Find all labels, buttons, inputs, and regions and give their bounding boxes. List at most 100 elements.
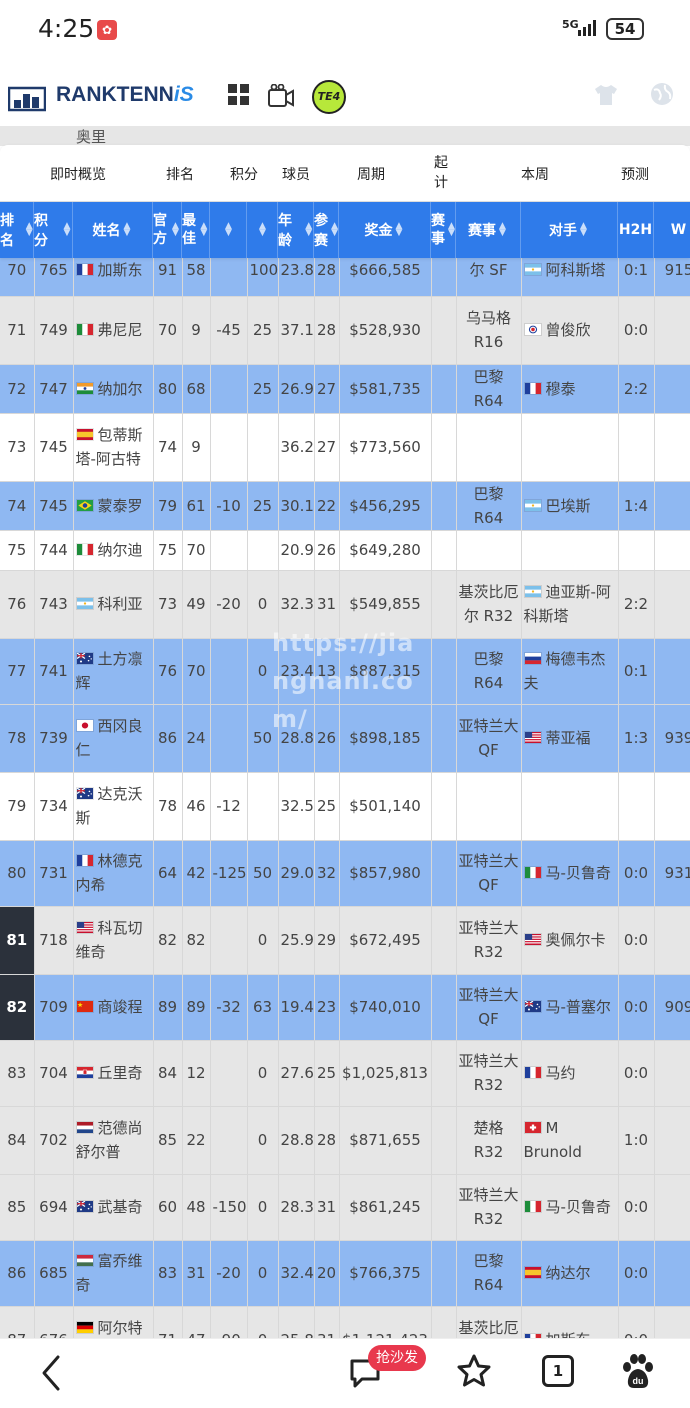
table-row[interactable]: 75 744 纳尔迪 75 70 20.9 26 $649,280 xyxy=(0,530,690,571)
cell-pts: 749 xyxy=(34,296,74,365)
cell-name[interactable]: 弗尼尼 xyxy=(73,296,154,365)
sort-arrows-icon[interactable]: ▲ ▼ xyxy=(499,222,508,238)
table-row[interactable]: 71 749 弗尼尼 70 9 -45 25 37.1 28 $528,930 乌马格 R16 曾俊欣… xyxy=(0,296,690,365)
cell-opp: 纳达尔 xyxy=(521,1240,619,1307)
table-row[interactable]: 78 739 西冈良仁 86 24 50 28.8 26 $898,185 亚特兰大 QF 蒂亚福 1… xyxy=(0,704,690,773)
header-col-event[interactable]: 赛事 ▲ ▼ xyxy=(456,202,521,258)
table-row[interactable]: 79 734 达克沃斯 78 46 -12 32.5 25 $501,140 xyxy=(0,772,690,841)
cell-d2: 63 xyxy=(247,974,279,1041)
cell-name[interactable]: 达克沃斯 xyxy=(73,772,154,841)
header-col-official[interactable]: 官方 ▲ ▼ xyxy=(153,202,182,258)
favorite-star-icon[interactable] xyxy=(456,1353,492,1389)
header-col-prize[interactable]: 奖金 ▲ ▼ xyxy=(339,202,431,258)
table-row[interactable]: 76 743 科利亚 73 49 -20 0 32.3 31 $549,855 基茨比厄尔 R32 迪… xyxy=(0,570,690,639)
baidu-paw-icon[interactable]: du xyxy=(620,1353,656,1391)
cell-name[interactable]: 纳尔迪 xyxy=(73,530,154,571)
cell-off: 60 xyxy=(153,1174,183,1241)
sort-arrows-icon[interactable]: ▲ ▼ xyxy=(26,222,33,238)
sort-arrows-icon[interactable]: ▲ ▼ xyxy=(259,222,268,238)
header-col-best[interactable]: 最佳 ▲ ▼ xyxy=(182,202,210,258)
cell-age: 27.6 xyxy=(278,1040,315,1107)
header-col-event-start[interactable]: 赛事 ▲ ▼ xyxy=(431,202,456,258)
cell-rank: 83 xyxy=(0,1040,35,1107)
header-col-delta2[interactable]: ▲ ▼ xyxy=(247,202,278,258)
sort-arrows-icon[interactable]: ▲ ▼ xyxy=(200,222,209,238)
cell-name[interactable]: 蒙泰罗 xyxy=(73,481,154,531)
cell-name[interactable]: 西冈良仁 xyxy=(73,704,154,773)
sort-arrows-icon[interactable]: ▲ ▼ xyxy=(172,222,181,238)
tabs-count-icon[interactable]: 1 xyxy=(542,1355,574,1387)
ranking-table-scroll[interactable]: 奥里 70 765 加斯东 91 58 100 23.8 28 $666,585 尔 SF 阿科斯塔… xyxy=(0,126,690,1338)
header-col-rank[interactable]: 排名 ▲ ▼ xyxy=(0,202,34,258)
table-row[interactable]: 87676阿尔特涅尔7147-90025.831$1,121,423 基茨比厄尔 … xyxy=(0,1306,690,1338)
comment-badge[interactable]: 抢沙发 xyxy=(368,1345,426,1371)
cell-name[interactable]: 林德克内希 xyxy=(73,840,154,907)
cell-best: 68 xyxy=(182,364,211,414)
te4-badge-icon[interactable]: TE4 xyxy=(312,80,346,114)
cell-name[interactable]: 科瓦切维奇 xyxy=(73,906,154,975)
table-row[interactable]: 86 685 富乔维奇 83 31 -20 0 32.4 20 $766,375 巴黎 R64 纳达尔… xyxy=(0,1240,690,1307)
cell-name[interactable]: 富乔维奇 xyxy=(73,1240,154,1307)
header-col-w[interactable]: W xyxy=(654,202,690,258)
sort-arrows-icon[interactable]: ▲ ▼ xyxy=(580,222,589,238)
table-row[interactable]: 83 704 丘里奇 84 12 0 27.6 25 $1,025,813 亚特兰大 R32 马约 0… xyxy=(0,1040,690,1107)
cell-name[interactable]: 商竣程 xyxy=(73,974,154,1041)
table-row[interactable]: 74 745 蒙泰罗 79 61 -10 25 30.1 22 $456,295 巴黎 R64 巴埃斯… xyxy=(0,481,690,531)
cell-evt: 基茨比厄尔 R32 xyxy=(456,570,522,639)
table-row[interactable]: 72 747 纳加尔 80 68 25 26.9 27 $581,735 巴黎 R64 穆泰 2:2 xyxy=(0,364,690,414)
header-col-tournaments[interactable]: 参赛 ▲ ▼ xyxy=(314,202,339,258)
cell-h2h: 0:0 xyxy=(618,1174,655,1241)
back-arrow-icon[interactable] xyxy=(36,1353,66,1393)
header-col-h2h[interactable]: H2H xyxy=(618,202,654,258)
sort-arrows-icon[interactable]: ▲ ▼ xyxy=(448,222,455,238)
table-row[interactable]: 77 741 土方凛辉 76 70 0 23.4 13 $887,315 巴黎 R64 梅德韦杰夫 0… xyxy=(0,638,690,705)
cell-name[interactable]: 纳加尔 xyxy=(73,364,154,414)
table-row[interactable]: 85 694 武基奇 60 48 -150 0 28.3 31 $861,245 亚特兰大 R32 马… xyxy=(0,1174,690,1241)
cell-name[interactable]: 武基奇 xyxy=(73,1174,154,1241)
shirt-icon[interactable] xyxy=(594,84,618,106)
cell-evtstart xyxy=(431,413,457,482)
cell-w xyxy=(654,413,690,482)
cell-name[interactable]: 丘里奇 xyxy=(73,1040,154,1107)
cell-d2: 0 xyxy=(247,1306,279,1338)
sort-arrows-icon[interactable]: ▲ ▼ xyxy=(305,222,313,238)
cell-best: 47 xyxy=(182,1306,211,1338)
header-col-label: 积分 xyxy=(34,213,48,249)
sort-arrows-icon[interactable]: ▲ ▼ xyxy=(124,222,133,238)
cell-best: 70 xyxy=(182,530,211,571)
cell-age: 25.9 xyxy=(278,906,315,975)
rank-podium-logo-icon[interactable] xyxy=(8,86,46,112)
grid-menu-icon[interactable] xyxy=(228,84,250,106)
sort-arrows-icon[interactable]: ▲ ▼ xyxy=(225,222,234,238)
table-row[interactable]: 82 709 商竣程 89 89 -32 63 19.4 23 $740,010 亚特兰大 QF 马-… xyxy=(0,974,690,1041)
header-col-delta1[interactable]: ▲ ▼ xyxy=(210,202,247,258)
cell-d2: 50 xyxy=(247,840,279,907)
opponent-flag-icon xyxy=(523,652,542,665)
sort-arrows-icon[interactable]: ▲ ▼ xyxy=(331,222,338,238)
header-col-opponent[interactable]: 对手 ▲ ▼ xyxy=(521,202,618,258)
table-row[interactable]: 73 745 包蒂斯塔-阿古特 74 9 36.2 27 $773,560 xyxy=(0,413,690,482)
cell-evtstart xyxy=(431,1040,457,1107)
header-col-age[interactable]: 年龄 ▲ ▼ xyxy=(278,202,314,258)
cell-name[interactable]: 科利亚 xyxy=(73,570,154,639)
cell-name[interactable]: 范德尚舒尔普 xyxy=(73,1106,154,1175)
sort-arrows-icon[interactable]: ▲ ▼ xyxy=(396,222,405,238)
cell-name[interactable]: 土方凛辉 xyxy=(73,638,154,705)
cell-name[interactable]: 包蒂斯塔-阿古特 xyxy=(73,413,154,482)
table-row[interactable]: 81 718 科瓦切维奇 82 82 0 25.9 29 $672,495 亚特兰大 R32 奥佩尔… xyxy=(0,906,690,975)
header-col-label: 姓名 xyxy=(92,223,121,239)
cell-d2: 0 xyxy=(247,638,279,705)
brand-logo[interactable]: RANKTENNiS xyxy=(56,83,194,107)
header-col-points[interactable]: 积分 ▲ ▼ xyxy=(34,202,73,258)
sort-arrows-icon[interactable]: ▲ ▼ xyxy=(63,222,72,238)
header-period-group: 周期 xyxy=(357,167,385,183)
header-col-name[interactable]: 姓名 ▲ ▼ xyxy=(73,202,153,258)
table-row[interactable]: 84 702 范德尚舒尔普 85 22 0 28.8 28 $871,655 楚格 R32 M Br… xyxy=(0,1106,690,1175)
video-icon[interactable] xyxy=(268,84,294,108)
header-col-label: 最佳 xyxy=(182,213,196,247)
globe-icon[interactable] xyxy=(650,82,674,106)
cell-name[interactable]: 阿尔特涅尔 xyxy=(73,1306,154,1338)
cell-off: 76 xyxy=(153,638,183,705)
cell-prize: $887,315 xyxy=(339,638,432,705)
table-row[interactable]: 80 731 林德克内希 64 42 -125 50 29.0 32 $857,980 亚特兰大 Q… xyxy=(0,840,690,907)
